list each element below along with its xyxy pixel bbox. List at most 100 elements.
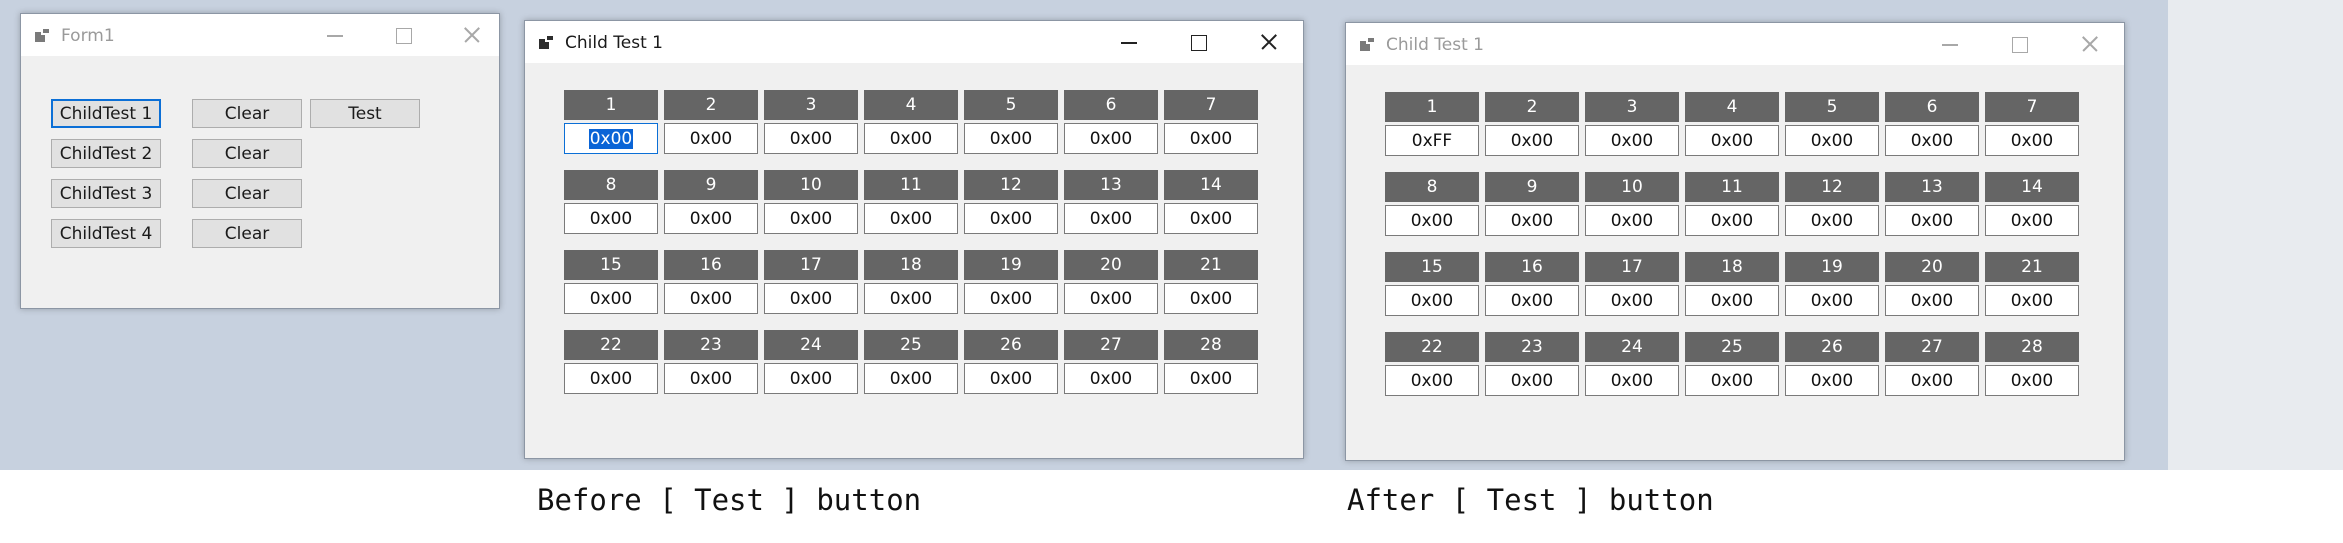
register-label: 1 [1385,92,1479,122]
child-window-after: Child Test 1 1 0xFF 2 0x00 3 0x00 4 0x00 5 0x00 6 0… [1345,22,2125,461]
register-value-text: 0x00 [1189,288,1233,309]
register-label: 10 [764,170,858,200]
childtest1-button[interactable]: ChildTest 1 [51,99,161,128]
register-label: 3 [764,90,858,120]
register-value-input[interactable]: 0x00 [1164,283,1258,314]
register-value-input[interactable]: 0x00 [1064,123,1158,154]
register-value-input[interactable]: 0x00 [1064,363,1158,394]
register-value-input[interactable]: 0x00 [1985,285,2079,316]
register-value-input[interactable]: 0x00 [1785,285,1879,316]
clear-button-2[interactable]: Clear [192,139,302,168]
register-value-text: 0x00 [1810,130,1854,151]
register-label: 15 [564,250,658,280]
register-value-input[interactable]: 0x00 [564,123,658,154]
register-value-input[interactable]: 0x00 [564,283,658,314]
register-value-input[interactable]: 0x00 [1685,205,1779,236]
register-value-input[interactable]: 0x00 [1685,285,1779,316]
close-icon[interactable] [459,22,485,48]
minimize-icon[interactable] [1936,31,1962,57]
minimize-icon[interactable] [321,22,347,48]
register-value-input[interactable]: 0x00 [1385,205,1479,236]
register-value-input[interactable]: 0x00 [1785,125,1879,156]
register-value-input[interactable]: 0x00 [1485,285,1579,316]
register-value-text: 0x00 [889,208,933,229]
register-value-input[interactable]: 0x00 [1985,125,2079,156]
register-value-input[interactable]: 0x00 [1685,125,1779,156]
register-value-input[interactable]: 0x00 [1485,205,1579,236]
register-value-input[interactable]: 0x00 [764,283,858,314]
register-label: 15 [1385,252,1479,282]
register-value-input[interactable]: 0x00 [1585,125,1679,156]
register-value-input[interactable]: 0x00 [964,203,1058,234]
register-value-input[interactable]: 0x00 [664,123,758,154]
register-value-input[interactable]: 0x00 [1485,125,1579,156]
register-value-input[interactable]: 0x00 [1164,123,1258,154]
clear-button-3[interactable]: Clear [192,179,302,208]
register-value-input[interactable]: 0x00 [1785,365,1879,396]
clear-button-1[interactable]: Clear [192,99,302,128]
register-value-input[interactable]: 0x00 [1064,283,1158,314]
minimize-icon[interactable] [1115,29,1141,55]
register-value-input[interactable]: 0x00 [1164,363,1258,394]
childtest3-button[interactable]: ChildTest 3 [51,179,161,208]
register-value-input[interactable]: 0x00 [864,123,958,154]
register-value-input[interactable]: 0x00 [964,363,1058,394]
register-value-input[interactable]: 0x00 [864,203,958,234]
register-value-input[interactable]: 0xFF [1385,125,1479,156]
register-value-input[interactable]: 0x00 [1885,125,1979,156]
register-value-input[interactable]: 0x00 [964,123,1058,154]
close-icon[interactable] [2077,31,2103,57]
app-icon [35,26,53,42]
register-value-text: 0x00 [1189,128,1233,149]
register-value-input[interactable]: 0x00 [864,363,958,394]
clear-button-4[interactable]: Clear [192,219,302,248]
register-value-input[interactable]: 0x00 [1385,285,1479,316]
childtest2-button[interactable]: ChildTest 2 [51,139,161,168]
maximize-icon[interactable] [1185,29,1211,55]
register-value-input[interactable]: 0x00 [1585,205,1679,236]
register-value-input[interactable]: 0x00 [764,203,858,234]
register-value-text: 0x00 [2010,210,2054,231]
register-value-input[interactable]: 0x00 [1885,365,1979,396]
close-icon[interactable] [1256,29,1282,55]
childtest4-button[interactable]: ChildTest 4 [51,219,161,248]
register-value-input[interactable]: 0x00 [1164,203,1258,234]
register-value-input[interactable]: 0x00 [864,283,958,314]
register-value-input[interactable]: 0x00 [1885,285,1979,316]
register-value-input[interactable]: 0x00 [564,363,658,394]
desktop-strip [2168,0,2343,470]
register-value-input[interactable]: 0x00 [1885,205,1979,236]
register-label: 12 [1785,172,1879,202]
child-after-titlebar[interactable]: Child Test 1 [1346,23,2124,65]
register-value-text: 0x00 [1810,290,1854,311]
test-button[interactable]: Test [310,99,420,128]
maximize-icon[interactable] [390,22,416,48]
register-value-input[interactable]: 0x00 [1685,365,1779,396]
register-label: 9 [1485,172,1579,202]
register-value-input[interactable]: 0x00 [1985,205,2079,236]
form1-titlebar[interactable]: Form1 [21,14,499,56]
register-value-input[interactable]: 0x00 [764,123,858,154]
register-label: 14 [1164,170,1258,200]
register-value-input[interactable]: 0x00 [964,283,1058,314]
register-label: 26 [964,330,1058,360]
register-value-input[interactable]: 0x00 [1785,205,1879,236]
child-before-titlebar[interactable]: Child Test 1 [525,21,1303,63]
register-value-input[interactable]: 0x00 [664,283,758,314]
register-value-input[interactable]: 0x00 [1985,365,2079,396]
register-value-input[interactable]: 0x00 [1385,365,1479,396]
register-value-text: 0x00 [989,128,1033,149]
register-value-input[interactable]: 0x00 [1485,365,1579,396]
maximize-icon[interactable] [2006,31,2032,57]
register-value-text: 0x00 [1610,130,1654,151]
register-value-input[interactable]: 0x00 [1585,365,1679,396]
register-value-text: 0x00 [1810,210,1854,231]
register-value-input[interactable]: 0x00 [1064,203,1158,234]
register-value-text: 0x00 [1510,290,1554,311]
register-value-input[interactable]: 0x00 [764,363,858,394]
register-value-input[interactable]: 0x00 [664,203,758,234]
register-value-input[interactable]: 0x00 [664,363,758,394]
register-value-input[interactable]: 0x00 [564,203,658,234]
register-value-text: 0x00 [789,208,833,229]
register-value-input[interactable]: 0x00 [1585,285,1679,316]
